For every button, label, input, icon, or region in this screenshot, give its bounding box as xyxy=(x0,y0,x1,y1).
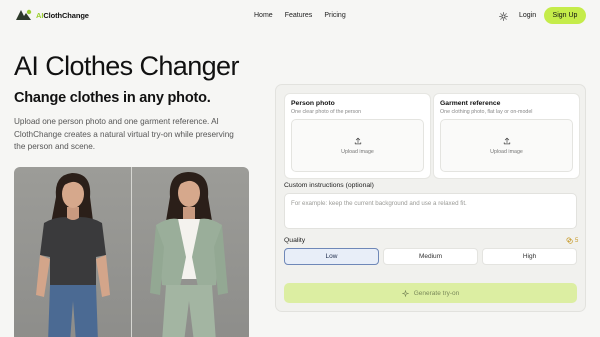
garment-upload-label: Upload image xyxy=(490,148,523,155)
quality-option-high[interactable]: High xyxy=(482,248,577,265)
person-photo-panel: Person photo One clear photo of the pers… xyxy=(284,93,431,179)
garment-reference-hint: One clothing photo, flat lay or on-model xyxy=(440,109,533,115)
nav-link-home[interactable]: Home xyxy=(254,12,273,19)
nav-links: Home Features Pricing xyxy=(254,12,346,19)
example-photos xyxy=(14,167,249,337)
page-title: AI Clothes Changer xyxy=(14,51,239,81)
quality-option-low[interactable]: Low xyxy=(284,248,379,265)
quality-cost: 5 xyxy=(566,237,578,244)
person-photo-hint: One clear photo of the person xyxy=(291,109,362,115)
custom-instructions-input[interactable]: For example: keep the current background… xyxy=(284,193,577,229)
quality-option-medium[interactable]: Medium xyxy=(383,248,478,265)
signup-button[interactable]: Sign Up xyxy=(544,7,586,24)
custom-instructions-placeholder: For example: keep the current background… xyxy=(291,200,467,207)
theme-toggle-button[interactable] xyxy=(497,10,509,22)
generate-try-on-button[interactable]: Generate try-on xyxy=(284,283,577,303)
person-photo-upload[interactable]: Upload image xyxy=(291,119,424,172)
page-subtitle: Change clothes in any photo. xyxy=(14,90,211,106)
garment-reference-upload[interactable]: Upload image xyxy=(440,119,573,172)
person-upload-label: Upload image xyxy=(341,148,374,155)
garment-reference-panel: Garment reference One clothing photo, fl… xyxy=(433,93,580,179)
nav-link-pricing[interactable]: Pricing xyxy=(324,12,345,19)
quality-options: Low Medium High xyxy=(284,248,577,265)
sun-icon xyxy=(498,11,508,21)
garment-reference-title: Garment reference xyxy=(440,100,501,107)
sparkle-icon xyxy=(401,289,409,297)
upload-icon xyxy=(503,137,510,144)
quality-cost-value: 5 xyxy=(575,237,579,244)
after-photo xyxy=(131,167,249,337)
login-link[interactable]: Login xyxy=(519,12,536,19)
custom-instructions-label: Custom instructions (optional) xyxy=(284,182,374,189)
generate-label: Generate try-on xyxy=(413,289,460,297)
person-photo-title: Person photo xyxy=(291,100,335,107)
quality-label: Quality xyxy=(284,237,306,244)
upload-icon xyxy=(354,137,361,144)
nav-link-features[interactable]: Features xyxy=(285,12,313,19)
top-navigation: AIClothChange Home Features Pricing Logi… xyxy=(0,0,600,32)
logo-mark-icon xyxy=(14,8,34,22)
before-photo xyxy=(14,167,131,337)
coins-icon xyxy=(566,237,573,244)
logo-suffix: ClothChange xyxy=(43,10,89,20)
hero-description: Upload one person photo and one garment … xyxy=(14,117,234,152)
logo[interactable]: AIClothChange xyxy=(14,8,89,22)
try-on-form: Person photo One clear photo of the pers… xyxy=(275,84,586,312)
